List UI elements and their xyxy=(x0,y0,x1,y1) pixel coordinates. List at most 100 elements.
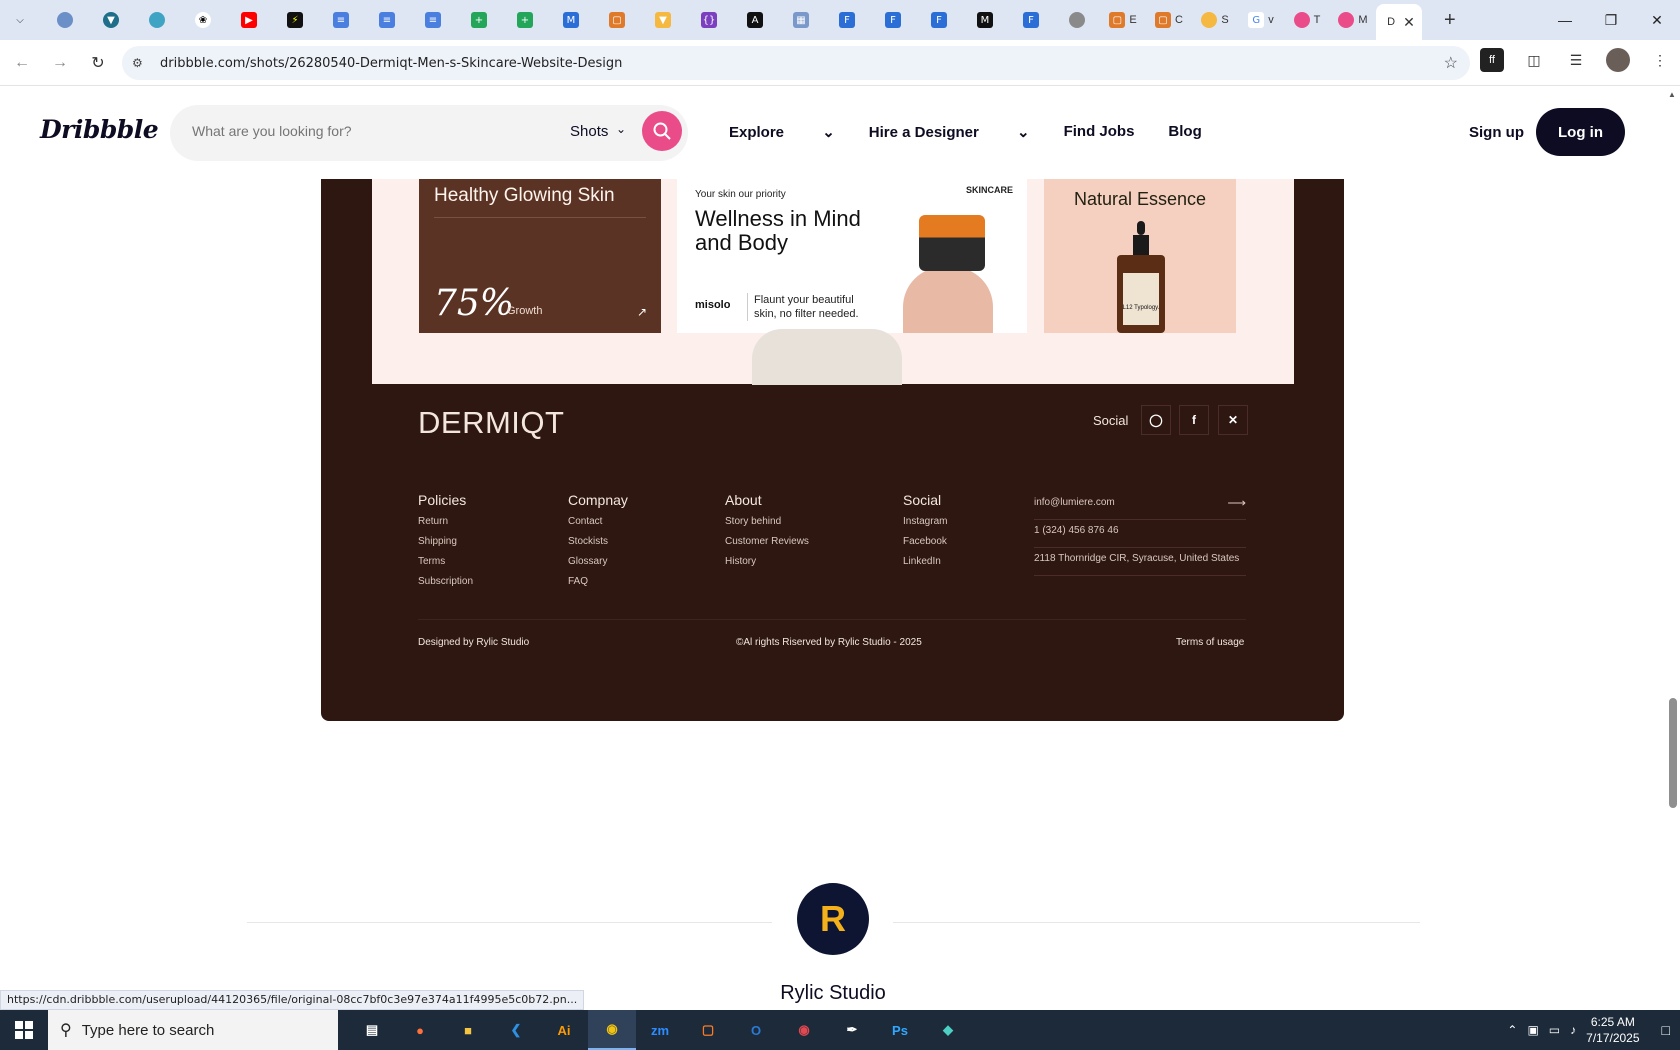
notification-icon[interactable]: □ xyxy=(1662,1022,1670,1038)
reload-icon[interactable]: ↻ xyxy=(82,53,114,73)
author-avatar[interactable]: R xyxy=(797,883,869,955)
site-info-icon[interactable]: ⚙ xyxy=(132,56,150,70)
active-tab[interactable]: D ✕ xyxy=(1376,4,1422,40)
back-icon[interactable]: ← xyxy=(6,54,38,72)
tab[interactable]: M xyxy=(548,4,594,36)
tab[interactable]: ❀ xyxy=(180,4,226,36)
url-text[interactable]: dribbble.com/shots/26280540-Dermiqt-Men-… xyxy=(160,56,622,71)
tab[interactable] xyxy=(1054,4,1100,36)
taskbar-search[interactable]: ⚲ Type here to search xyxy=(48,1010,338,1050)
address-bar[interactable]: ⚙ dribbble.com/shots/26280540-Dermiqt-Me… xyxy=(122,46,1470,80)
tab[interactable]: ≡ xyxy=(318,4,364,36)
task-view-icon[interactable]: ▤ xyxy=(348,1010,396,1050)
site-header: Dribbble Shots ⌄ Explore ⌄ Hire a Design… xyxy=(0,87,1665,179)
tab[interactable]: ▢ C xyxy=(1146,4,1192,36)
pen-tool-icon[interactable]: ✒ xyxy=(828,1010,876,1050)
log-in-button[interactable]: Log in xyxy=(1536,108,1625,156)
tab[interactable]: + xyxy=(456,4,502,36)
tab-favicon-icon: M xyxy=(563,12,579,28)
browser-toolbar: ← → ↻ ⚙ dribbble.com/shots/26280540-Derm… xyxy=(0,40,1680,86)
tab[interactable]: {} xyxy=(686,4,732,36)
chrome-icon[interactable]: ◉ xyxy=(588,1010,636,1050)
start-button[interactable] xyxy=(0,1010,48,1050)
firefox-icon[interactable]: ● xyxy=(396,1010,444,1050)
sign-up-link[interactable]: Sign up xyxy=(1469,124,1524,141)
footer-link: Return xyxy=(418,516,449,527)
more-menu-icon[interactable]: ⋮ xyxy=(1648,48,1672,72)
tab-search-button[interactable]: ⌵ xyxy=(8,8,32,32)
tab[interactable]: ▶ xyxy=(226,4,272,36)
footer-link: History xyxy=(725,556,757,567)
tab[interactable]: ≡ xyxy=(364,4,410,36)
media-controls-icon[interactable]: ☰ xyxy=(1564,48,1588,72)
close-window-icon[interactable]: ✕ xyxy=(1634,12,1680,29)
nav-blog[interactable]: Blog xyxy=(1168,123,1201,141)
scrollbar-track[interactable] xyxy=(1665,87,1680,1007)
author-name[interactable]: Rylic Studio xyxy=(733,982,933,1005)
search-button[interactable] xyxy=(642,111,682,151)
search-icon: ⚲ xyxy=(60,1022,72,1039)
profile-avatar[interactable] xyxy=(1606,48,1630,72)
scrollbar-thumb[interactable] xyxy=(1669,698,1677,808)
tab[interactable]: S xyxy=(1192,4,1238,36)
nav-explore[interactable]: Explore ⌄ xyxy=(729,123,835,141)
tab[interactable]: A xyxy=(732,4,778,36)
photoshop-icon[interactable]: Ps xyxy=(876,1010,924,1050)
display-icon[interactable]: ▭ xyxy=(1549,1023,1560,1037)
footer-link: Contact xyxy=(568,516,603,527)
nav-find-jobs[interactable]: Find Jobs xyxy=(1064,123,1135,141)
tab[interactable]: F xyxy=(870,4,916,36)
brand-tagline: Flaunt your beautiful skin, no filter ne… xyxy=(747,293,867,321)
tab[interactable]: ▢ E xyxy=(1100,4,1146,36)
extension-icon[interactable]: ff xyxy=(1480,48,1504,72)
search-input[interactable] xyxy=(192,123,522,139)
tab[interactable]: F xyxy=(824,4,870,36)
tab[interactable]: M xyxy=(962,4,1008,36)
tab[interactable]: ▢ xyxy=(594,4,640,36)
illustrator-icon[interactable]: Ai xyxy=(540,1010,588,1050)
xampp-icon[interactable]: ▢ xyxy=(684,1010,732,1050)
network-icon[interactable]: ▣ xyxy=(1527,1023,1538,1037)
zoom-icon[interactable]: zm xyxy=(636,1010,684,1050)
outlook-icon[interactable]: O xyxy=(732,1010,780,1050)
extensions-puzzle-icon[interactable]: ◫ xyxy=(1522,48,1546,72)
app-icon[interactable]: ◆ xyxy=(924,1010,972,1050)
tab[interactable] xyxy=(134,4,180,36)
youtube-icon: ▶ xyxy=(241,12,257,28)
volume-icon[interactable]: ♪ xyxy=(1570,1023,1576,1037)
close-tab-icon[interactable]: ✕ xyxy=(1403,14,1415,31)
tab[interactable]: + xyxy=(502,4,548,36)
restore-icon[interactable]: ❐ xyxy=(1588,12,1634,29)
tab[interactable] xyxy=(42,4,88,36)
chevron-up-icon[interactable]: ⌃ xyxy=(1507,1023,1517,1037)
footer-link: LinkedIn xyxy=(903,556,941,567)
tab-favicon-icon: ▢ xyxy=(609,12,625,28)
clock[interactable]: 6:25 AM 7/17/2025 xyxy=(1586,1014,1639,1046)
file-explorer-icon[interactable]: ■ xyxy=(444,1010,492,1050)
tab[interactable]: ⚡ xyxy=(272,4,318,36)
creative-cloud-icon[interactable]: ◉ xyxy=(780,1010,828,1050)
tab[interactable]: Gv xyxy=(1238,4,1284,36)
bookmark-star-icon[interactable]: ☆ xyxy=(1444,53,1458,73)
footer-link: FAQ xyxy=(568,576,589,587)
tab[interactable]: ▦ xyxy=(778,4,824,36)
vscode-icon[interactable]: ❮ xyxy=(492,1010,540,1050)
tab[interactable]: T xyxy=(1284,4,1330,36)
dribbble-logo[interactable]: Dribbble xyxy=(40,115,159,144)
minimize-icon[interactable]: — xyxy=(1542,12,1588,28)
shot-image[interactable]: Healthy Glowing Skin 75% Growth ↗ Your s… xyxy=(321,179,1344,721)
tab[interactable]: ≡ xyxy=(410,4,456,36)
search-scope-dropdown[interactable]: Shots xyxy=(570,123,608,140)
new-tab-button[interactable]: + xyxy=(1444,9,1456,32)
clock-time: 6:25 AM xyxy=(1590,1015,1635,1029)
scroll-up-arrow-icon[interactable]: ▲ xyxy=(1668,90,1676,99)
tab[interactable]: ▼ xyxy=(640,4,686,36)
tab[interactable]: F xyxy=(916,4,962,36)
tab[interactable]: F xyxy=(1008,4,1054,36)
tab[interactable]: ▼ xyxy=(88,4,134,36)
chevron-down-icon[interactable]: ⌄ xyxy=(616,122,626,136)
forward-icon[interactable]: → xyxy=(44,54,76,72)
nav-hire-designer[interactable]: Hire a Designer ⌄ xyxy=(869,123,1030,141)
author-logo-initial: R xyxy=(820,898,846,939)
tab[interactable]: M xyxy=(1330,4,1376,36)
